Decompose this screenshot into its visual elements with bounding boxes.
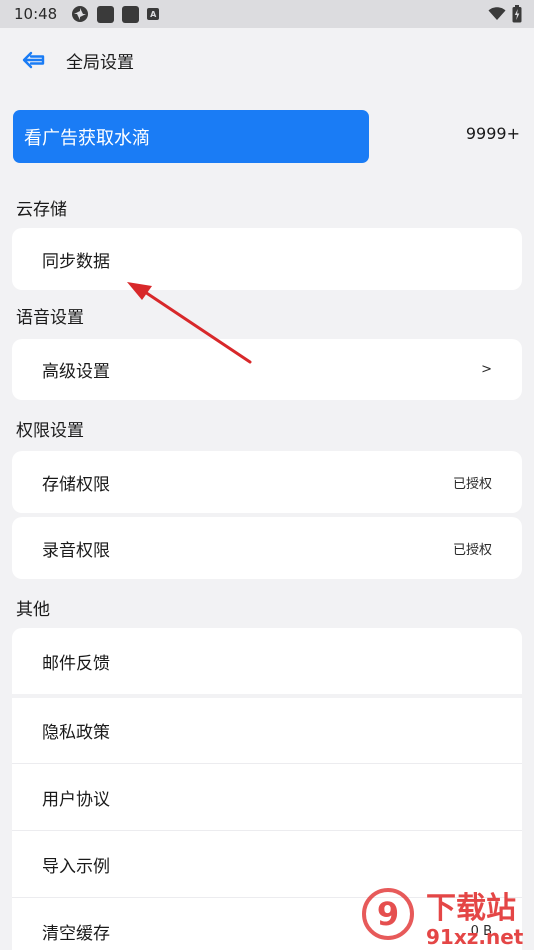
sync-data-row[interactable]: 同步数据 (12, 228, 522, 290)
storage-permission-status: 已授权 (452, 476, 492, 492)
page-title: 全局设置 (66, 52, 134, 73)
app-notification-icon-2 (122, 5, 140, 23)
back-arrow-icon (22, 51, 45, 69)
user-agreement-row[interactable]: 用户协议 (12, 764, 522, 830)
list-item-label: 隐私政策 (42, 723, 110, 743)
app-notification-icon (97, 5, 115, 23)
storage-permission-row[interactable]: 存储权限 已授权 (12, 451, 522, 513)
advanced-settings-label: 高级设置 (42, 362, 110, 382)
battery-charging-icon (512, 5, 522, 23)
pinwheel-icon (72, 6, 89, 22)
list-item-label: 清空缓存 (42, 923, 110, 944)
watermark-brand: 下载站 (426, 891, 516, 926)
storage-permission-label: 存储权限 (42, 474, 110, 495)
watermark-logo: 9 下载站 91xz.net (362, 888, 524, 949)
watermark-mark: 9 (377, 895, 399, 933)
sync-data-label: 同步数据 (42, 251, 110, 272)
storage-permission-card: 存储权限 已授权 (12, 451, 522, 513)
status-notification-icons: A (71, 5, 160, 23)
cloud-card: 同步数据 (12, 228, 522, 290)
watermark-domain: 91xz.net (426, 925, 524, 949)
advanced-settings-row[interactable]: 高级设置 > (12, 339, 522, 400)
section-title-cloud: 云存储 (16, 200, 67, 220)
status-right-icons (488, 5, 522, 23)
record-permission-card: 录音权限 已授权 (12, 517, 522, 579)
wifi-icon (488, 7, 506, 20)
record-permission-row[interactable]: 录音权限 已授权 (12, 517, 522, 579)
section-title-other: 其他 (16, 600, 50, 620)
a-notification-icon: A (147, 8, 160, 20)
email-feedback-row[interactable]: 邮件反馈 (12, 628, 522, 694)
status-bar: 10:48 A (0, 0, 534, 28)
record-permission-status: 已授权 (452, 542, 492, 558)
record-permission-label: 录音权限 (42, 540, 110, 561)
top-app-bar: 全局设置 (0, 28, 534, 92)
voice-card: 高级设置 > (12, 339, 522, 400)
status-time: 10:48 (14, 5, 58, 23)
back-button[interactable] (14, 40, 54, 80)
section-title-permissions: 权限设置 (16, 421, 84, 441)
chevron-right-icon: > (481, 362, 492, 377)
list-item-label: 用户协议 (42, 789, 110, 810)
list-item-label: 导入示例 (42, 856, 110, 877)
watch-ad-button[interactable]: 看广告获取水滴 (13, 110, 369, 163)
water-drops-count: 9999+ (465, 124, 520, 143)
section-title-voice: 语音设置 (16, 308, 84, 328)
list-item-label: 邮件反馈 (42, 653, 110, 674)
privacy-policy-row[interactable]: 隐私政策 (12, 698, 522, 763)
